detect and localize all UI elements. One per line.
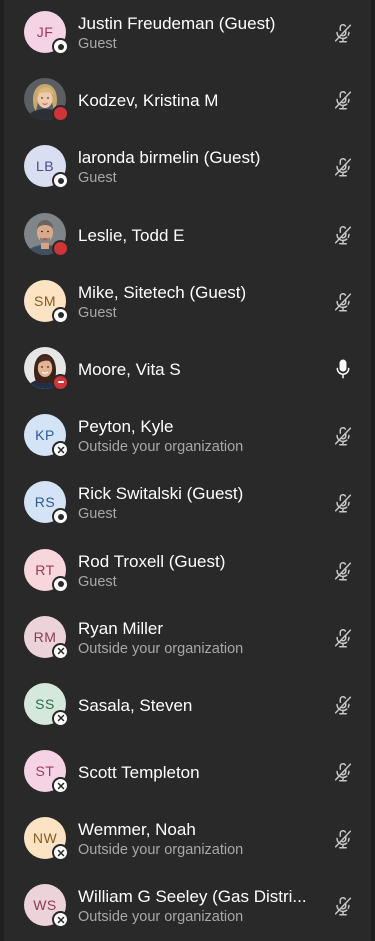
avatar-initials: JF xyxy=(36,24,54,40)
participant-row-mike-sitetech-guest[interactable]: SM Mike, Sitetech (Guest) Guest xyxy=(4,269,371,336)
microphone-off-icon[interactable] xyxy=(332,22,354,44)
status-dnd-icon xyxy=(52,373,69,391)
participant-role: Guest xyxy=(78,573,117,590)
microphone-off-icon[interactable] xyxy=(332,492,354,514)
participant-role: Guest xyxy=(78,304,117,321)
avatar-initials: NW xyxy=(32,830,58,847)
participant-role: Outside your organization xyxy=(78,842,244,859)
microphone-off-icon[interactable] xyxy=(332,156,354,178)
participant-name: Ryan Miller xyxy=(78,618,164,638)
microphone-off-icon[interactable] xyxy=(332,291,354,313)
microphone-icon[interactable] xyxy=(332,358,354,380)
participant-name: Mike, Sitetech (Guest) xyxy=(78,282,247,302)
participant-row-rick-switalski-guest[interactable]: RS Rick Switalski (Guest) Guest xyxy=(4,470,371,537)
avatar-initials: SM xyxy=(34,292,56,309)
avatar-initials: WS xyxy=(33,897,57,914)
status-offline-icon xyxy=(52,38,69,55)
participant-name: Scott Templeton xyxy=(78,763,200,783)
participant-row-ryan-miller[interactable]: RM Ryan Miller Outside your organization xyxy=(4,605,371,672)
participant-row-kodzev-kristina-m[interactable]: Kodzev, Kristina M xyxy=(4,67,371,134)
avatar-initials: RT xyxy=(35,561,55,578)
status-busy-icon xyxy=(52,239,69,257)
microphone-off-icon[interactable] xyxy=(332,560,354,582)
avatar-initials: KP xyxy=(35,427,55,444)
microphone-off-icon[interactable] xyxy=(332,224,354,246)
participant-name: Justin Freudeman (Guest) xyxy=(78,14,276,33)
microphone-off-icon[interactable] xyxy=(332,425,354,447)
avatar-initials: ST xyxy=(35,763,55,780)
avatar-initials: RM xyxy=(33,628,57,645)
status-busy-icon xyxy=(52,105,69,123)
participant-row-rod-troxell-guest[interactable]: RT Rod Troxell (Guest) Guest xyxy=(4,538,371,605)
external-x-icon xyxy=(52,441,69,459)
microphone-off-icon[interactable] xyxy=(332,89,354,111)
external-x-icon xyxy=(52,709,69,727)
external-x-icon xyxy=(52,642,69,660)
avatar-initials: RS xyxy=(34,494,56,511)
participant-name: Moore, Vita S xyxy=(78,359,181,379)
participant-row-laronda-birmelin-guest[interactable]: LB laronda birmelin (Guest) Guest xyxy=(4,134,371,201)
microphone-off-icon[interactable] xyxy=(332,895,354,917)
participant-role: Guest xyxy=(78,170,117,187)
participant-list: JF Justin Freudeman (Guest) Guest Kodzev, K… xyxy=(4,0,371,941)
participant-row-peyton-kyle[interactable]: KP Peyton, Kyle Outside your organization xyxy=(4,403,371,470)
external-x-icon xyxy=(52,911,69,929)
participant-name: Rod Troxell (Guest) xyxy=(78,551,226,571)
participant-row-sasala-steven[interactable]: SS Sasala, Steven xyxy=(4,672,371,739)
microphone-off-icon[interactable] xyxy=(332,761,354,783)
participant-row-william-g-seeley-gas-distri[interactable]: WS William G Seeley (Gas Distri... Outside… xyxy=(4,873,371,940)
participant-row-moore-vita-s[interactable]: Moore, Vita S xyxy=(4,336,371,403)
participant-name: Kodzev, Kristina M xyxy=(78,91,219,111)
status-offline-icon xyxy=(52,575,69,593)
participant-name: Peyton, Kyle xyxy=(78,417,174,437)
participant-name: laronda birmelin (Guest) xyxy=(78,148,261,168)
external-x-icon xyxy=(52,844,69,862)
participant-role: Guest xyxy=(78,506,117,523)
participant-name: William G Seeley (Gas Distri... xyxy=(78,887,307,907)
participant-row-wemmer-noah[interactable]: NW Wemmer, Noah Outside your organization xyxy=(4,806,371,873)
participant-row-leslie-todd-e[interactable]: Leslie, Todd E xyxy=(4,202,371,269)
status-offline-icon xyxy=(52,172,69,190)
participant-name: Sasala, Steven xyxy=(78,695,193,715)
participant-name: Wemmer, Noah xyxy=(78,820,196,840)
status-offline-icon xyxy=(52,508,69,526)
avatar-initials: LB xyxy=(35,158,55,175)
participant-role: Guest xyxy=(78,36,117,52)
participant-row-scott-templeton[interactable]: ST Scott Templeton xyxy=(4,739,371,806)
microphone-off-icon[interactable] xyxy=(332,828,354,850)
participants-panel: JF Justin Freudeman (Guest) Guest Kodzev, K… xyxy=(4,0,371,941)
external-x-icon xyxy=(52,777,69,795)
participant-role: Outside your organization xyxy=(78,909,244,926)
microphone-off-icon[interactable] xyxy=(332,694,354,716)
participant-role: Outside your organization xyxy=(78,640,244,657)
microphone-off-icon[interactable] xyxy=(332,627,354,649)
participant-role: Outside your organization xyxy=(78,439,244,456)
participant-name: Leslie, Todd E xyxy=(78,225,185,245)
participant-name: Rick Switalski (Guest) xyxy=(78,484,244,504)
participant-row-justin-freudeman-guest[interactable]: JF Justin Freudeman (Guest) Guest xyxy=(4,0,371,67)
status-offline-icon xyxy=(52,306,69,324)
avatar-initials: SS xyxy=(35,695,55,712)
